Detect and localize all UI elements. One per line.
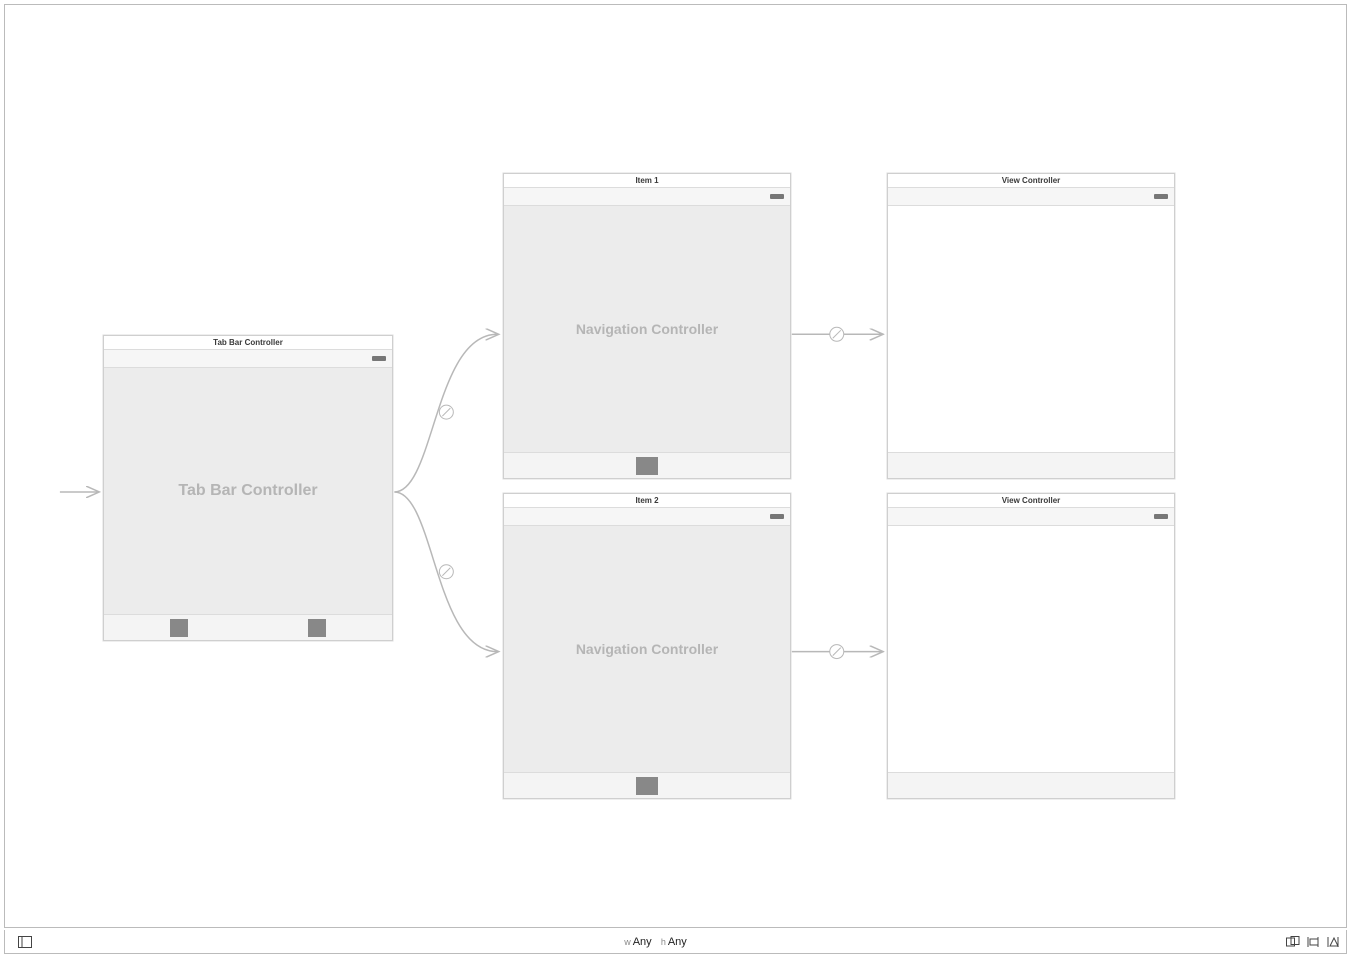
scene-title: Item 1	[504, 174, 790, 188]
scene-title: Tab Bar Controller	[104, 336, 392, 350]
tab-item-icon	[636, 457, 658, 475]
scene-status-bar	[888, 188, 1174, 206]
battery-icon	[770, 514, 784, 519]
battery-icon	[1154, 194, 1168, 199]
battery-icon	[1154, 514, 1168, 519]
scene-title: Item 2	[504, 494, 790, 508]
scene-body-label: Navigation Controller	[504, 321, 790, 337]
scene-body: Navigation Controller	[504, 526, 790, 772]
pin-tool-icon[interactable]	[1306, 936, 1320, 948]
w-value: Any	[633, 936, 652, 948]
scene-status-bar	[504, 188, 790, 206]
tab-bar	[504, 772, 790, 798]
tab-item-1-icon	[170, 619, 188, 637]
scene-nav-controller-1[interactable]: Item 1 Navigation Controller	[503, 173, 791, 479]
scene-body	[888, 206, 1174, 452]
bottom-toolbar: wAny hAny	[4, 930, 1347, 954]
scene-body: Navigation Controller	[504, 206, 790, 452]
scene-status-bar	[104, 350, 392, 368]
scene-tab-bar-controller[interactable]: Tab Bar Controller Tab Bar Controller	[103, 335, 393, 641]
storyboard-canvas[interactable]: Tab Bar Controller Tab Bar Controller It…	[4, 4, 1347, 928]
tab-bar	[104, 614, 392, 640]
scene-title: View Controller	[888, 174, 1174, 188]
scene-body-label: Navigation Controller	[504, 641, 790, 657]
tab-bar	[504, 452, 790, 478]
scene-title: View Controller	[888, 494, 1174, 508]
size-class-control[interactable]: wAny hAny	[45, 936, 1266, 948]
scene-view-controller-2[interactable]: View Controller	[887, 493, 1175, 799]
tab-bar	[888, 772, 1174, 798]
w-prefix: w	[624, 937, 631, 947]
resolve-issues-icon[interactable]	[1326, 936, 1340, 948]
scene-status-bar	[888, 508, 1174, 526]
scene-status-bar	[504, 508, 790, 526]
scene-view-controller-1[interactable]: View Controller	[887, 173, 1175, 479]
document-outline-toggle-icon[interactable]	[18, 936, 32, 948]
scene-body	[888, 526, 1174, 772]
battery-icon	[372, 356, 386, 361]
tab-bar	[888, 452, 1174, 478]
battery-icon	[770, 194, 784, 199]
scene-body: Tab Bar Controller	[104, 368, 392, 614]
scene-nav-controller-2[interactable]: Item 2 Navigation Controller	[503, 493, 791, 799]
scene-body-label: Tab Bar Controller	[104, 482, 392, 500]
h-prefix: h	[661, 937, 666, 947]
tab-item-2-icon	[308, 619, 326, 637]
h-value: Any	[668, 936, 687, 948]
tab-item-icon	[636, 777, 658, 795]
align-tool-icon[interactable]	[1286, 936, 1300, 948]
